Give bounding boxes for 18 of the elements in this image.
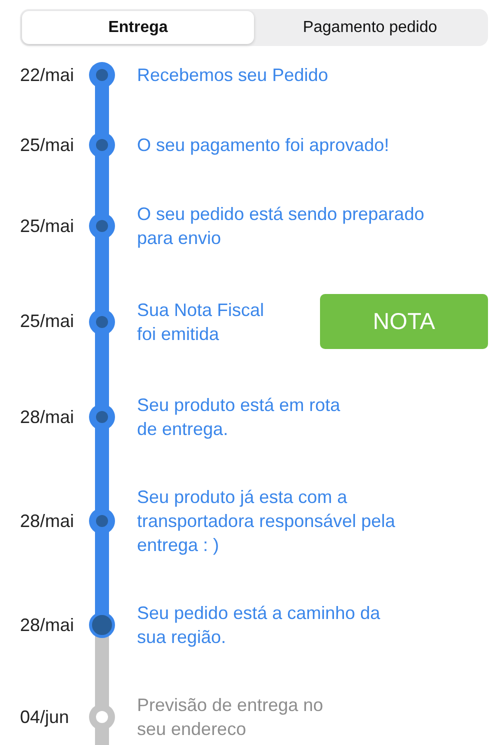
event-date: 28/mai bbox=[19, 614, 76, 636]
event-text: O seu pedido está sendo preparado para envio bbox=[137, 203, 426, 250]
event-date: 28/mai bbox=[19, 510, 76, 532]
event-date: 28/mai bbox=[19, 406, 76, 428]
tab[interactable]: Pagamento pedido bbox=[254, 11, 486, 44]
event-text: Seu produto já esta com a transportadora responsável pela entrega : ) bbox=[137, 486, 396, 557]
event-date: 25/mai bbox=[19, 216, 76, 236]
event-text: Seu pedido está a caminho da sua região. bbox=[137, 602, 382, 649]
event-text: Sua Nota Fiscal foi emitida bbox=[137, 298, 266, 346]
event-text: Recebemos seu Pedido bbox=[137, 64, 330, 87]
event-date: 25/mai bbox=[19, 134, 76, 156]
event-date: 25/mai bbox=[19, 311, 76, 332]
event-date: 22/mai bbox=[19, 64, 76, 86]
event-text: O seu pagamento foi aprovado! bbox=[137, 134, 390, 157]
event-text: Seu produto está em rota de entrega. bbox=[137, 394, 342, 441]
event-date: 04/jun bbox=[19, 706, 70, 728]
event-text: Previsão de entrega no seu endereco bbox=[137, 694, 324, 741]
tab[interactable]: Entrega bbox=[22, 11, 254, 44]
